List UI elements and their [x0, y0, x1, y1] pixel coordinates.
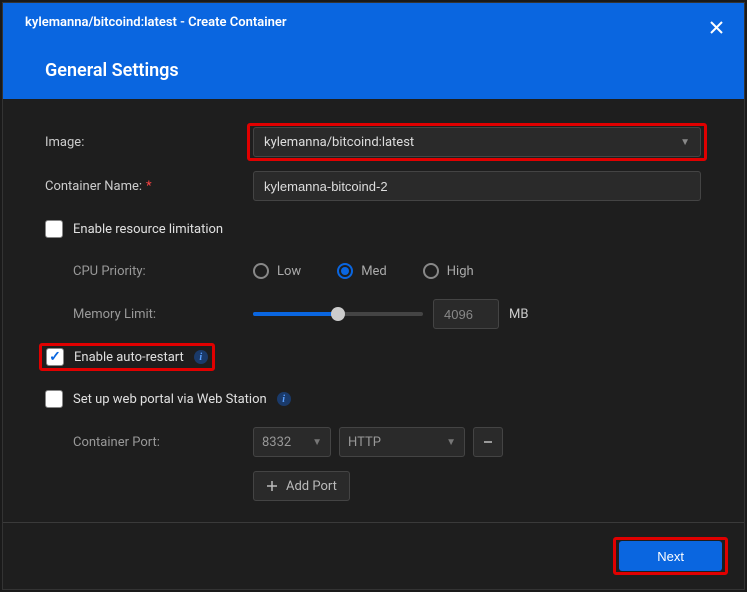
chevron-down-icon: ▼ [680, 137, 690, 148]
add-port-label: Add Port [286, 479, 337, 494]
container-name-row: Container Name: * [45, 171, 702, 201]
image-label: Image: [45, 135, 253, 150]
web-portal-row: Set up web portal via Web Station i [45, 385, 702, 413]
create-container-dialog: kylemanna/bitcoind:latest - Create Conta… [2, 2, 745, 590]
info-icon[interactable]: i [194, 350, 208, 364]
mb-unit: MB [509, 307, 528, 322]
image-select-value: kylemanna/bitcoind:latest [264, 135, 414, 150]
memory-slider[interactable] [253, 312, 423, 316]
radio-icon [423, 263, 439, 279]
add-port-button[interactable]: Add Port [253, 471, 350, 501]
slider-thumb [331, 307, 345, 321]
close-icon [710, 21, 723, 34]
window-title: kylemanna/bitcoind:latest - Create Conta… [3, 3, 744, 30]
remove-port-button[interactable] [473, 427, 503, 457]
cpu-high-radio[interactable]: High [423, 263, 474, 279]
auto-restart-checkbox[interactable] [46, 348, 64, 366]
cpu-priority-row: CPU Priority: Low Med High [45, 257, 702, 285]
protocol-value: HTTP [348, 435, 381, 450]
web-portal-checkbox[interactable] [45, 390, 63, 408]
close-button[interactable] [706, 17, 726, 37]
dialog-footer: Next [3, 522, 744, 589]
resource-limitation-row: Enable resource limitation [45, 215, 702, 243]
auto-restart-highlight: Enable auto-restart i [39, 343, 215, 371]
cpu-med-radio[interactable]: Med [337, 263, 387, 279]
slider-fill [253, 312, 338, 316]
minus-icon [482, 436, 494, 448]
memory-limit-label: Memory Limit: [45, 307, 253, 322]
info-icon[interactable]: i [277, 392, 291, 406]
container-name-label: Container Name: * [45, 179, 253, 194]
cpu-low-radio[interactable]: Low [253, 263, 301, 279]
next-highlight: Next [619, 541, 722, 571]
next-button[interactable]: Next [619, 541, 722, 571]
chevron-down-icon: ▼ [446, 437, 456, 448]
cpu-priority-radio-group: Low Med High [253, 263, 474, 279]
plus-icon [266, 480, 278, 492]
auto-restart-row: Enable auto-restart i [39, 343, 702, 371]
required-marker: * [146, 179, 152, 194]
container-port-label: Container Port: [45, 435, 253, 450]
add-port-row: Add Port [45, 471, 702, 501]
chevron-down-icon: ▼ [312, 437, 322, 448]
dialog-body: Image: kylemanna/bitcoind:latest ▼ Conta… [3, 99, 744, 522]
memory-limit-row: Memory Limit: MB [45, 299, 702, 329]
auto-restart-label: Enable auto-restart [74, 350, 184, 365]
image-row: Image: kylemanna/bitcoind:latest ▼ [45, 127, 702, 157]
image-select[interactable]: kylemanna/bitcoind:latest ▼ [253, 127, 701, 157]
cpu-low-label: Low [277, 264, 301, 279]
dialog-header: kylemanna/bitcoind:latest - Create Conta… [3, 3, 744, 99]
resource-limitation-label: Enable resource limitation [73, 222, 223, 237]
radio-icon [253, 263, 269, 279]
container-name-label-text: Container Name: [45, 179, 142, 194]
resource-limitation-checkbox[interactable] [45, 220, 63, 238]
radio-icon [337, 263, 353, 279]
cpu-med-label: Med [361, 264, 387, 279]
image-highlight: kylemanna/bitcoind:latest ▼ [253, 127, 701, 157]
web-portal-label: Set up web portal via Web Station [73, 392, 267, 407]
container-port-row: Container Port: 8332 ▼ HTTP ▼ [45, 427, 702, 457]
protocol-select[interactable]: HTTP ▼ [339, 427, 465, 457]
cpu-priority-label: CPU Priority: [45, 264, 253, 279]
memory-input[interactable] [433, 299, 499, 329]
section-title: General Settings [45, 60, 179, 81]
port-value: 8332 [262, 435, 291, 450]
port-number-select[interactable]: 8332 ▼ [253, 427, 331, 457]
cpu-high-label: High [447, 264, 474, 279]
container-name-input[interactable] [253, 171, 701, 201]
